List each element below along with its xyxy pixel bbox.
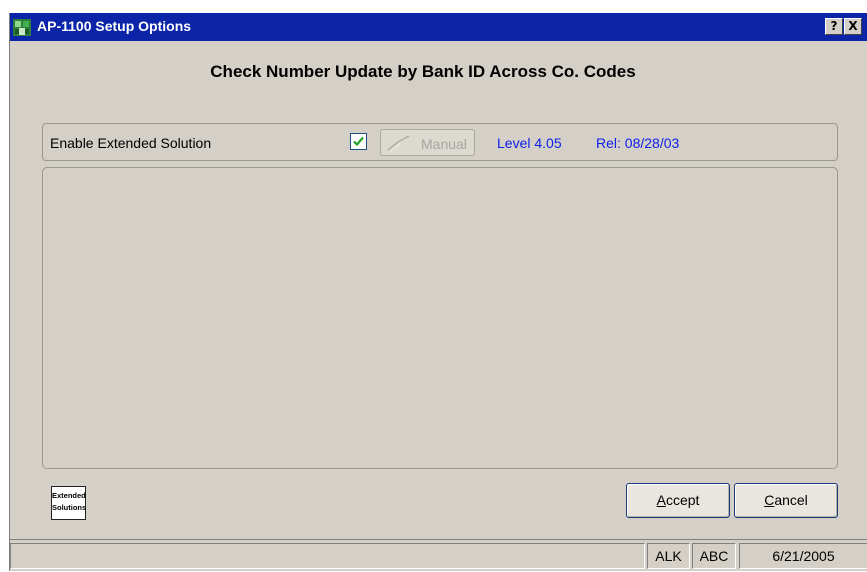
release-date-text: Rel: 08/28/03	[596, 135, 680, 151]
logo-line-1: Extended	[52, 491, 86, 500]
manual-button[interactable]: Manual	[380, 129, 475, 156]
status-date: 6/21/2005	[739, 543, 867, 569]
status-message	[10, 543, 645, 569]
level-text: Level 4.05	[497, 135, 562, 151]
app-icon	[13, 19, 31, 36]
status-user: ALK	[647, 543, 690, 569]
title-bar[interactable]: AP-1100 Setup Options ? X	[10, 13, 867, 41]
logo-line-2: Solutions	[52, 503, 87, 512]
close-button[interactable]: X	[844, 18, 862, 35]
manual-button-label: Manual	[421, 136, 467, 152]
page-title: Check Number Update by Bank ID Across Co…	[210, 62, 636, 81]
cancel-label-rest: ancel	[774, 492, 808, 508]
status-bar: ALK ABC 6/21/2005	[10, 539, 867, 572]
accept-button[interactable]: Accept	[626, 483, 730, 518]
pen-icon	[387, 135, 410, 153]
setup-options-window: AP-1100 Setup Options ? X Check Number U…	[9, 13, 867, 571]
window-title: AP-1100 Setup Options	[37, 18, 192, 34]
enable-extended-solution-checkbox[interactable]	[350, 133, 367, 150]
enable-extended-solution-label: Enable Extended Solution	[50, 135, 212, 151]
checkmark-icon	[353, 136, 364, 147]
cancel-mnemonic: C	[764, 492, 775, 508]
status-company: ABC	[692, 543, 736, 569]
accept-label-rest: ccept	[665, 492, 700, 508]
accept-mnemonic: A	[656, 492, 666, 508]
help-button[interactable]: ?	[825, 18, 843, 35]
cancel-button[interactable]: Cancel	[734, 483, 838, 518]
extended-solutions-logo: Extended Solutions	[51, 486, 86, 520]
content-panel	[42, 167, 838, 469]
options-bar: Enable Extended Solution Manual Level 4.…	[42, 123, 838, 161]
